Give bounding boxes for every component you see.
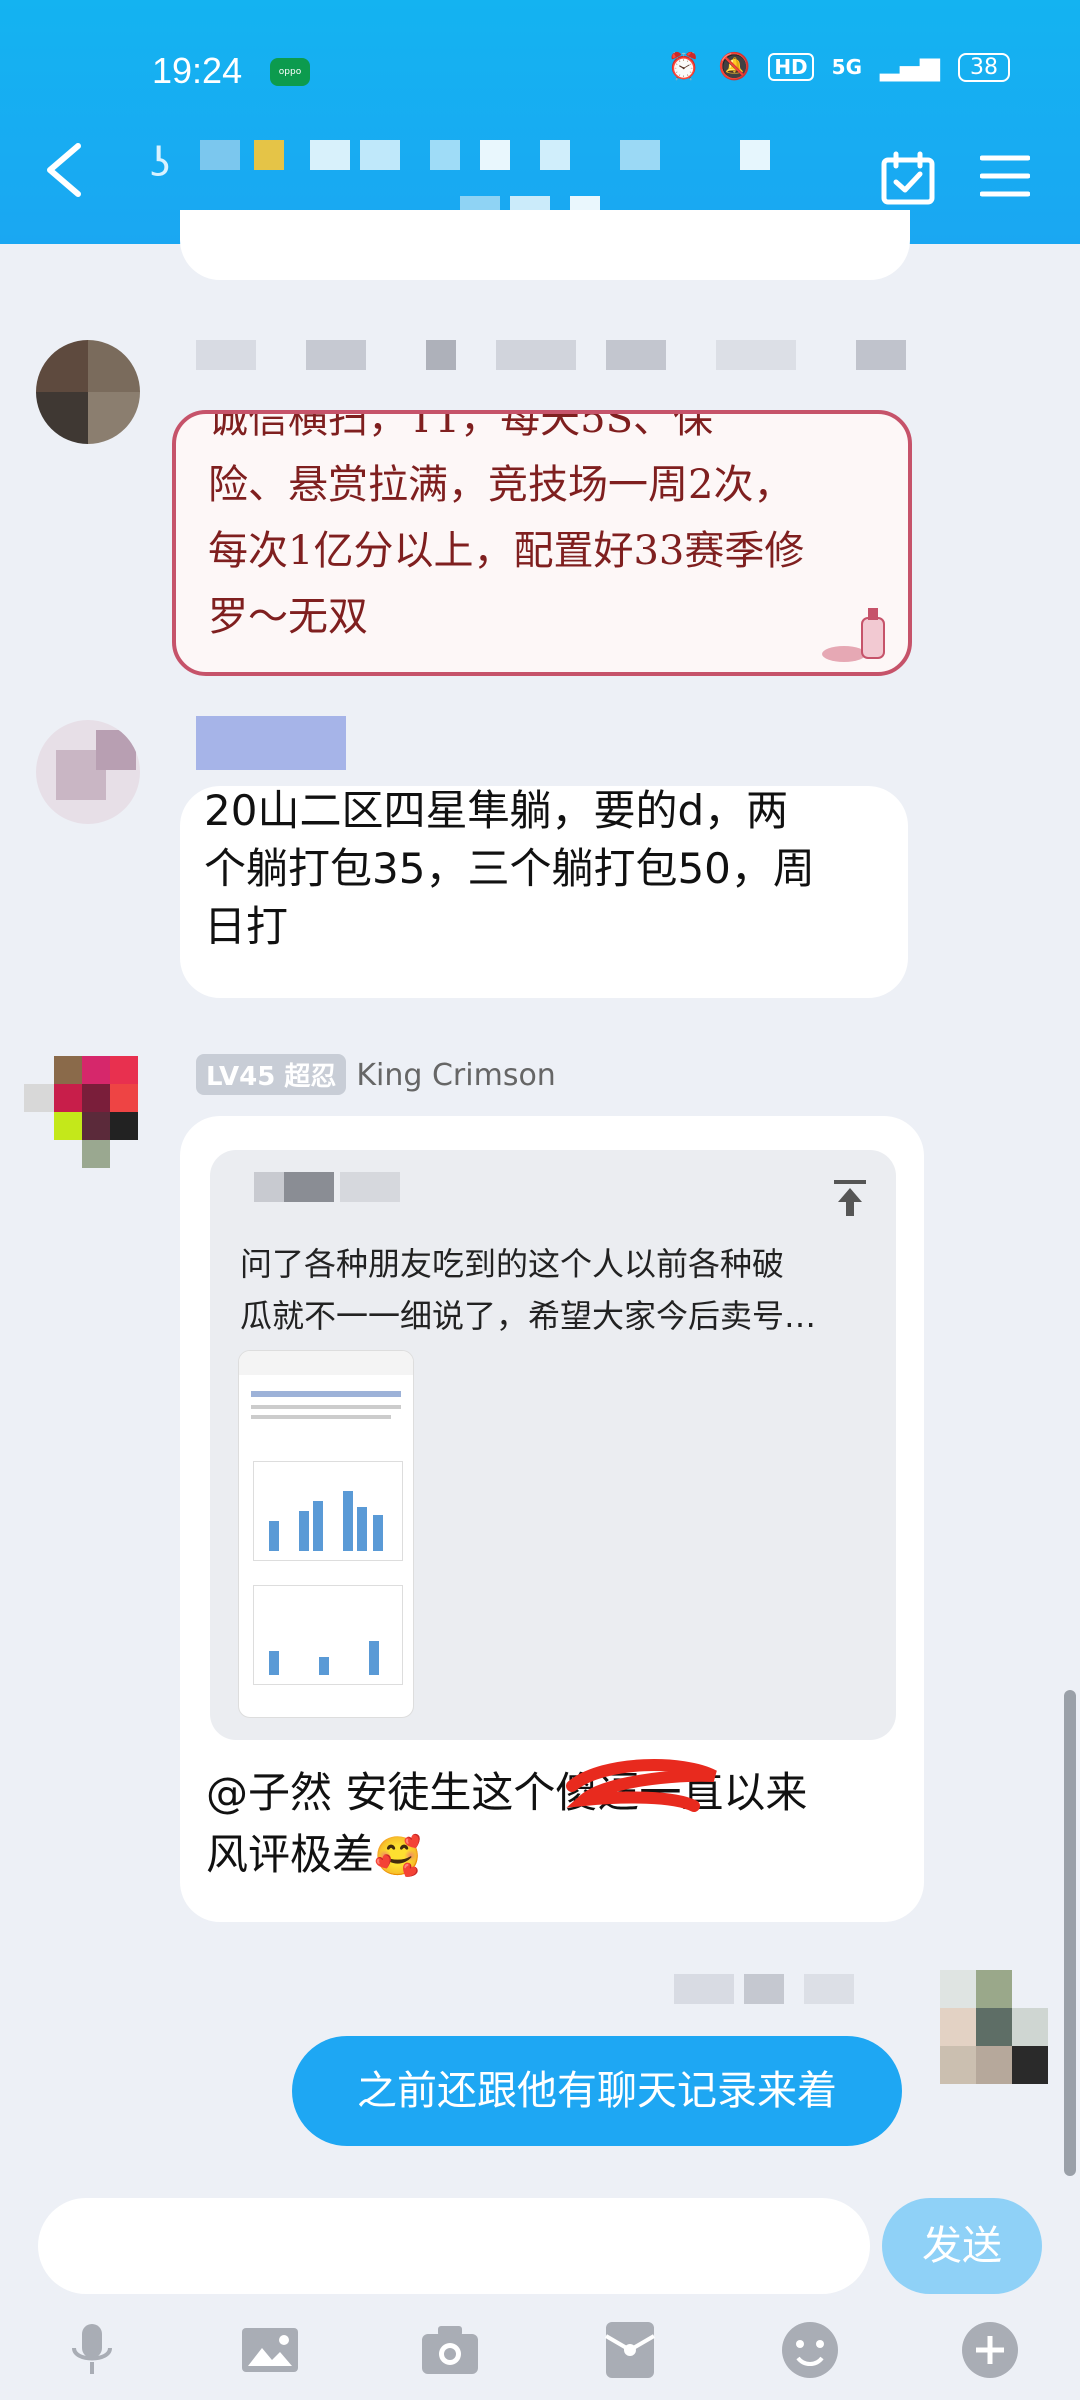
avatar[interactable] [36,340,140,444]
sender-name-blurred [196,340,916,370]
level-badge: LV45 超忍 [196,1054,347,1095]
fancy-line: 诚信横扫，T1，每天5S、保 [208,410,713,442]
message-line-wrapper: 风评极差🥰 [206,1824,906,1887]
quote-sender-blurred [284,1172,334,1202]
my-avatar[interactable] [940,1970,1050,2086]
rank-text: 超忍 [284,1062,337,1092]
send-button[interactable]: 发送 [882,2198,1042,2294]
quoted-image-thumbnail[interactable] [238,1350,414,1718]
decoration-icon [822,608,885,662]
my-message-text: 之前还跟他有聊天记录来着 [357,2068,837,2114]
fancy-line: 每次1亿分以上，配置好33赛季修 [208,528,805,574]
previous-message-bubble[interactable] [180,210,910,280]
status-app-icon: oppo [270,58,310,86]
sender-info: LV45 超忍 King Crimson [196,1054,556,1095]
image-icon[interactable] [238,2318,302,2382]
avatar[interactable] [36,720,140,824]
back-button[interactable] [40,140,90,200]
network-label: 5G [831,55,862,79]
avatar[interactable] [24,1056,140,1172]
mic-icon[interactable] [60,2318,124,2382]
chat-header: 19:24 oppo ⏰ 🔕 HD 5G ▂▄▆ 38 ʖ [0,0,1080,244]
message-line: 日打 [204,902,289,951]
redpacket-icon[interactable] [598,2318,662,2382]
bottom-toolbar [0,2300,1080,2400]
level-text: LV45 [206,1062,276,1092]
message-line: @子然 安徒生这个傻逼一直以来 [206,1768,808,1817]
message-text: @子然 安徒生这个傻逼一直以来 风评极差🥰 [206,1762,906,1887]
status-icons: ⏰ 🔕 HD 5G ▂▄▆ 38 [668,52,1010,82]
message-line: 风评极差 [206,1830,375,1879]
message-line: 20山二区四星隼躺，要的d，两 [204,786,789,835]
menu-icon[interactable] [980,152,1030,200]
pin-top-icon[interactable] [830,1178,870,1218]
fancy-message-text: 诚信横扫，T1，每天5S、保 险、悬赏拉满，竞技场一周2次， 每次1亿分以上，配… [208,414,888,650]
calendar-check-icon[interactable] [880,150,936,206]
quoted-line: 瓜就不一一细说了，希望大家今后卖号… [240,1297,817,1335]
quoted-message-card[interactable]: 问了各种朋友吃到的这个人以前各种破 瓜就不一一细说了，希望大家今后卖号… [210,1150,896,1740]
fancy-message-card[interactable]: 诚信横扫，T1，每天5S、保 险、悬赏拉满，竞技场一周2次， 每次1亿分以上，配… [172,410,912,676]
message-text: 20山二区四星隼躺，要的d，两 个躺打包35，三个躺打包50，周 日打 [204,782,894,956]
sender-name-blurred [196,716,346,770]
status-time: 19:24 [152,50,243,91]
message-input[interactable] [38,2198,870,2294]
sender-name: King Crimson [356,1058,556,1093]
message-bubble[interactable]: 20山二区四星隼躺，要的d，两 个躺打包35，三个躺打包50，周 日打 [180,786,908,998]
alarm-icon: ⏰ [667,52,700,82]
my-message-bubble[interactable]: 之前还跟他有聊天记录来着 [292,2036,902,2146]
mute-icon: 🔕 [717,52,751,82]
redaction-scribble [566,1759,717,1812]
emoji: 🥰 [374,1834,422,1878]
fancy-line: 险、悬赏拉满，竞技场一周2次， [208,462,794,508]
quote-sender-blurred [340,1172,400,1202]
plus-icon[interactable] [958,2318,1022,2382]
quoted-line: 问了各种朋友吃到的这个人以前各种破 [240,1245,785,1283]
fancy-line: 罗～无双 [208,594,368,640]
hd-badge: HD [768,53,814,81]
my-name-blurred [674,1974,874,2004]
signal-icon: ▂▄▆ [880,52,940,82]
emoji-icon[interactable] [778,2318,842,2382]
message-line: 个躺打包35，三个躺打包50，周 [204,844,815,893]
camera-icon[interactable] [418,2318,482,2382]
battery-icon: 38 [958,52,1010,82]
scrollbar[interactable] [1064,1690,1076,2176]
quoted-text: 问了各种朋友吃到的这个人以前各种破 瓜就不一一细说了，希望大家今后卖号… [240,1238,860,1342]
